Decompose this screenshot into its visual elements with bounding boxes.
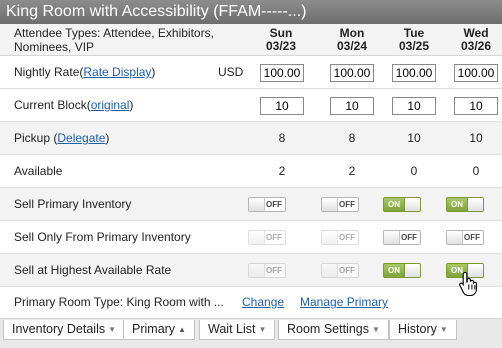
- toggle-knob: [249, 264, 265, 277]
- pickup-value-sun: 8: [278, 131, 286, 145]
- toggle-state-text: OFF: [266, 233, 282, 242]
- current-block-row: Current Block(original): [0, 89, 502, 122]
- toggle-state-text: OFF: [266, 200, 282, 209]
- sell-only-primary-toggle-tue[interactable]: OFF: [383, 230, 421, 245]
- nightly-rate-input-mon[interactable]: [330, 64, 374, 82]
- sell-highest-rate-label: Sell at Highest Available Rate: [14, 263, 172, 277]
- day-header: Attendee Types: Attendee, Exhibitors, No…: [0, 24, 502, 56]
- toggle-state-text: OFF: [339, 233, 355, 242]
- day-column-mon: Mon 03/24: [327, 27, 377, 53]
- day-date: 03/25: [398, 39, 430, 53]
- chevron-down-icon: ▼: [439, 325, 448, 334]
- toggle-knob: [322, 264, 338, 277]
- primary-room-row: Primary Room Type: King Room with ... Ch…: [0, 287, 502, 318]
- sell-primary-inventory-label: Sell Primary Inventory: [14, 197, 132, 211]
- toggle-knob: [322, 231, 338, 244]
- sell-highest-rate-toggle-tue[interactable]: ON: [383, 263, 421, 278]
- toggle-state-text: ON: [388, 266, 400, 275]
- chevron-down-icon: ▼: [108, 325, 117, 334]
- sell-primary-inventory-row: Sell Primary Inventory OFF OFF ON ON: [0, 188, 502, 221]
- toggle-knob: [447, 231, 463, 244]
- chevron-down-icon: ▼: [258, 325, 267, 334]
- attendee-types: Attendee Types: Attendee, Exhibitors, No…: [14, 26, 214, 54]
- pickup-value-mon: 8: [348, 131, 356, 145]
- sell-primary-inventory-toggle-wed[interactable]: ON: [446, 197, 484, 212]
- nightly-rate-text: Nightly Rate: [14, 65, 80, 79]
- day-column-sun: Sun 03/23: [256, 27, 306, 53]
- toggle-state-text: OFF: [401, 233, 417, 242]
- current-block-input-tue[interactable]: [392, 97, 436, 115]
- primary-room-label: Primary Room Type: King Room with ...: [14, 295, 224, 309]
- current-block-label: Current Block(original): [14, 98, 134, 112]
- nightly-rate-input-wed[interactable]: [454, 64, 498, 82]
- pickup-label: Pickup (Delegate): [14, 131, 110, 145]
- pickup-value-tue: 10: [407, 131, 421, 145]
- available-value-wed: 0: [472, 164, 480, 178]
- pickup-value-wed: 10: [469, 131, 483, 145]
- rate-display-link[interactable]: Rate Display: [83, 65, 151, 79]
- toggle-state-text: OFF: [464, 233, 480, 242]
- toggle-state-text: OFF: [339, 200, 355, 209]
- current-block-text: Current Block: [14, 98, 87, 112]
- current-block-input-sun[interactable]: [260, 97, 304, 115]
- sell-primary-inventory-toggle-sun[interactable]: OFF: [248, 197, 286, 212]
- day-date: 03/26: [460, 39, 492, 53]
- sell-only-primary-toggle-wed[interactable]: OFF: [446, 230, 484, 245]
- sell-highest-rate-toggle-sun[interactable]: OFF: [248, 263, 286, 278]
- toggle-state-text: ON: [388, 200, 400, 209]
- day-date: 03/23: [265, 39, 297, 53]
- tab-primary[interactable]: Primary ▲: [123, 320, 195, 340]
- tab-room-settings[interactable]: Room Settings ▼: [278, 320, 389, 340]
- toggle-knob: [404, 198, 420, 211]
- sell-only-primary-row: Sell Only From Primary Inventory OFF OFF…: [0, 221, 502, 254]
- available-label: Available: [14, 164, 63, 178]
- chevron-up-icon: ▲: [178, 325, 186, 334]
- tab-wait-list[interactable]: Wait List ▼: [199, 320, 276, 340]
- day-date: 03/24: [336, 39, 368, 53]
- available-row: Available 2 2 0 0: [0, 155, 502, 188]
- sell-only-primary-toggle-mon[interactable]: OFF: [321, 230, 359, 245]
- toggle-state-text: OFF: [339, 266, 355, 275]
- day-column-wed: Wed 03/26: [451, 27, 501, 53]
- toggle-knob: [467, 198, 483, 211]
- original-link[interactable]: original: [91, 98, 130, 112]
- sell-only-primary-toggle-sun[interactable]: OFF: [248, 230, 286, 245]
- sell-highest-rate-toggle-mon[interactable]: OFF: [321, 263, 359, 278]
- nightly-rate-input-sun[interactable]: [260, 64, 304, 82]
- toggle-knob: [249, 231, 265, 244]
- sell-highest-rate-row: Sell at Highest Available Rate OFF OFF O…: [0, 254, 502, 287]
- current-block-input-wed[interactable]: [454, 97, 498, 115]
- hand-cursor-icon: [459, 271, 477, 297]
- toggle-knob: [322, 198, 338, 211]
- currency-label: USD: [218, 65, 244, 79]
- tab-inventory-details[interactable]: Inventory Details ▼: [3, 320, 126, 340]
- toggle-knob: [404, 264, 420, 277]
- window-title: King Room with Accessibility (FFAM-----.…: [0, 0, 502, 24]
- delegate-link[interactable]: Delegate: [57, 131, 105, 145]
- nightly-rate-input-tue[interactable]: [392, 64, 436, 82]
- toggle-knob: [384, 231, 400, 244]
- pickup-row: Pickup (Delegate) 8 8 10 10: [0, 122, 502, 155]
- sell-only-primary-label: Sell Only From Primary Inventory: [14, 230, 191, 244]
- available-value-sun: 2: [278, 164, 286, 178]
- available-value-mon: 2: [348, 164, 356, 178]
- toggle-knob: [249, 198, 265, 211]
- toggle-state-text: ON: [451, 200, 463, 209]
- available-value-tue: 0: [410, 164, 418, 178]
- sell-primary-inventory-toggle-tue[interactable]: ON: [383, 197, 421, 212]
- manage-primary-link[interactable]: Manage Primary: [300, 287, 388, 318]
- current-block-input-mon[interactable]: [330, 97, 374, 115]
- tab-history[interactable]: History ▼: [389, 320, 457, 340]
- bottom-tab-bar: Inventory Details ▼ Primary ▲ Wait List ▼ R…: [0, 318, 502, 348]
- sell-primary-inventory-toggle-mon[interactable]: OFF: [321, 197, 359, 212]
- nightly-rate-label: Nightly Rate(Rate Display): [14, 65, 156, 79]
- chevron-down-icon: ▼: [371, 325, 380, 334]
- nightly-rate-row: Nightly Rate(Rate Display) USD: [0, 56, 502, 89]
- day-column-tue: Tue 03/25: [389, 27, 439, 53]
- toggle-state-text: OFF: [266, 266, 282, 275]
- change-link[interactable]: Change: [242, 287, 284, 318]
